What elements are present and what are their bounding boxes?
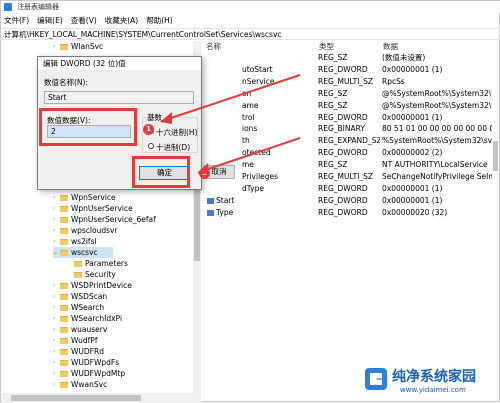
watermark: 纯净系统家园 www.yidaimei.com	[360, 360, 500, 402]
arrow-line	[204, 137, 301, 171]
windows-logo-icon	[365, 368, 387, 390]
arrowhead	[197, 163, 210, 175]
watermark-url: www.yidaimei.com	[400, 386, 466, 394]
arrow-line	[167, 74, 301, 120]
arrowhead	[160, 112, 172, 124]
watermark-title: 纯净系统家园	[392, 369, 476, 385]
annotation-arrows	[160, 74, 301, 175]
